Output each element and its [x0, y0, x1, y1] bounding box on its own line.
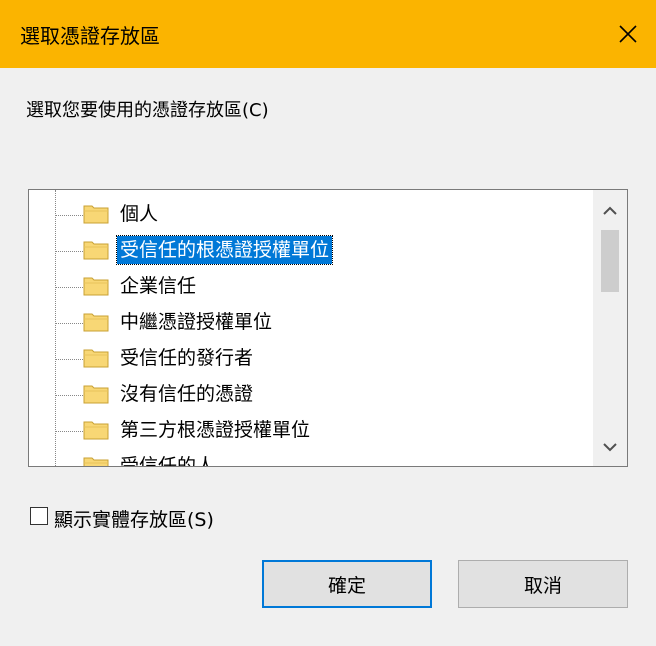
- scroll-thumb[interactable]: [601, 230, 619, 292]
- tree-item[interactable]: 第三方根憑證授權單位: [29, 413, 594, 449]
- cancel-button[interactable]: 取消: [458, 560, 628, 608]
- chevron-down-icon: [603, 443, 617, 452]
- tree-item[interactable]: 受信任的根憑證授權單位: [29, 233, 594, 269]
- folder-icon: [83, 457, 109, 466]
- scroll-up-button[interactable]: [593, 194, 627, 228]
- vertical-scrollbar[interactable]: [593, 190, 627, 466]
- show-physical-stores-checkbox[interactable]: [30, 507, 48, 525]
- tree-item-label: 第三方根憑證授權單位: [120, 419, 311, 441]
- folder-icon: [83, 313, 109, 332]
- tree-item-label: 沒有信任的憑證: [120, 383, 254, 405]
- tree-item-label: 受信任的根憑證授權單位: [115, 235, 334, 265]
- scroll-down-button[interactable]: [593, 430, 627, 464]
- tree-item[interactable]: 沒有信任的憑證: [29, 377, 594, 413]
- folder-icon: [83, 277, 109, 296]
- ok-button[interactable]: 確定: [262, 560, 432, 608]
- window-title: 選取憑證存放區: [20, 24, 160, 48]
- tree-item[interactable]: 個人: [29, 197, 594, 233]
- folder-icon: [83, 421, 109, 440]
- certificate-store-tree[interactable]: 個人受信任的根憑證授權單位企業信任中繼憑證授權單位 受信任的發行者 沒有信任的憑證第…: [28, 189, 628, 467]
- close-button[interactable]: [600, 0, 656, 68]
- tree-item[interactable]: 受信任的人: [29, 449, 594, 467]
- store-prompt: 選取您要使用的憑證存放區(C): [26, 100, 269, 121]
- show-physical-stores-label: 顯示實體存放區(S): [54, 509, 214, 531]
- title-bar: 選取憑證存放區: [0, 0, 656, 68]
- chevron-up-icon: [603, 206, 617, 215]
- tree-list: 個人受信任的根憑證授權單位企業信任中繼憑證授權單位 受信任的發行者 沒有信任的憑證第…: [29, 190, 594, 466]
- tree-item-label: 企業信任: [120, 275, 197, 297]
- folder-icon: [83, 349, 109, 368]
- tree-item-label: 受信任的發行者: [120, 347, 254, 369]
- tree-item[interactable]: 中繼憑證授權單位: [29, 305, 594, 341]
- tree-item[interactable]: 企業信任: [29, 269, 594, 305]
- tree-item-label: 中繼憑證授權單位: [120, 311, 273, 333]
- tree-item[interactable]: 受信任的發行者: [29, 341, 594, 377]
- tree-item-label: 受信任的人: [120, 455, 216, 467]
- folder-icon: [83, 241, 109, 260]
- folder-icon: [83, 205, 109, 224]
- folder-icon: [83, 385, 109, 404]
- tree-item-label: 個人: [120, 203, 159, 225]
- close-icon: [619, 25, 637, 43]
